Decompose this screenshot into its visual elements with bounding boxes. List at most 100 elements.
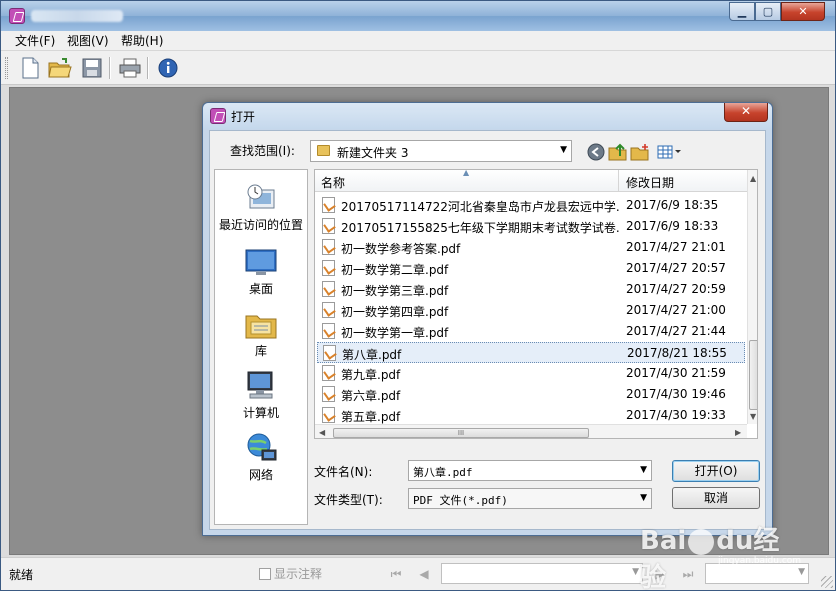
new-folder-button[interactable] <box>630 142 650 162</box>
lookin-combo[interactable]: 新建文件夹 3 ▼ <box>310 140 572 162</box>
checkbox-box[interactable] <box>259 567 271 580</box>
first-page-button[interactable]: ⏮ <box>385 564 407 584</box>
file-row[interactable]: 第八章.pdf 2017/8/21 18:55 <box>317 342 745 363</box>
horizontal-scrollbar[interactable]: ◀ III ▶ <box>315 424 747 438</box>
file-row[interactable]: 第六章.pdf 2017/4/30 19:46 <box>317 384 745 405</box>
place-library[interactable]: 库 <box>215 308 307 359</box>
main-titlebar[interactable]: ▁ ▢ ✕ <box>1 1 835 31</box>
file-row[interactable]: 初一数学第三章.pdf 2017/4/27 20:59 <box>317 279 745 300</box>
place-desktop[interactable]: 桌面 <box>215 246 307 297</box>
file-row[interactable]: 20170517155825七年级下学期期末考试数学试卷... 2017/6/9 … <box>317 216 745 237</box>
open-dialog: 打开 ✕ 查找范围(I): 新建文件夹 3 ▼ 最近访问的位置 桌面 库 计算机… <box>202 102 773 536</box>
filetype-select[interactable]: PDF 文件(*.pdf) ▼ <box>408 488 652 509</box>
file-row[interactable]: 第九章.pdf 2017/4/30 21:59 <box>317 363 745 384</box>
column-date-header[interactable]: 修改日期 <box>620 170 748 192</box>
file-date: 2017/8/21 18:55 <box>627 346 727 360</box>
pdf-file-icon <box>322 323 335 339</box>
file-name: 第五章.pdf <box>341 410 401 424</box>
vertical-scrollbar[interactable]: ▲ ▼ <box>747 170 757 424</box>
column-name-header[interactable]: ▲ 名称 <box>315 170 619 192</box>
resize-grip[interactable] <box>821 576 833 588</box>
prev-page-icon: ◀ <box>419 567 429 581</box>
vertical-scroll-thumb[interactable] <box>749 340 757 410</box>
pdf-file-icon <box>322 302 335 318</box>
file-date: 2017/6/9 18:35 <box>626 198 719 212</box>
watermark-text-left: Bai <box>640 526 687 556</box>
file-row[interactable]: 初一数学参考答案.pdf 2017/4/27 21:01 <box>317 237 745 258</box>
back-button[interactable] <box>586 142 606 162</box>
place-recent[interactable]: 最近访问的位置 <box>215 182 307 233</box>
baidu-watermark: Bai du经验 <box>640 520 800 591</box>
info-icon <box>158 58 178 78</box>
view-menu-button[interactable] <box>656 142 684 162</box>
chevron-down-icon[interactable]: ▼ <box>640 465 647 475</box>
new-document-button[interactable] <box>17 55 43 81</box>
zoom-combo[interactable]: ▼ <box>705 563 809 584</box>
close-button[interactable]: ✕ <box>781 2 825 21</box>
file-name: 初一数学第三章.pdf <box>341 284 449 298</box>
show-notes-checkbox[interactable]: 显示注释 <box>259 565 322 582</box>
file-row[interactable]: 20170517114722河北省秦皇岛市卢龙县宏远中学... 2017/6/9 … <box>317 195 745 216</box>
file-row[interactable]: 初一数学第一章.pdf 2017/4/27 21:44 <box>317 321 745 342</box>
scroll-left-icon[interactable]: ◀ <box>319 428 325 437</box>
file-list: ▲ 名称 修改日期 20170517114722河北省秦皇岛市卢龙县宏远中学..… <box>314 169 758 439</box>
place-label: 最近访问的位置 <box>218 218 303 232</box>
watermark-sub: jingyan.baidu.com <box>718 556 802 566</box>
places-bar: 最近访问的位置 桌面 库 计算机 网络 <box>214 169 308 525</box>
toolbar-grip[interactable] <box>5 57 8 79</box>
filename-value: 第八章.pdf <box>413 466 473 479</box>
file-row[interactable]: 初一数学第二章.pdf 2017/4/27 20:57 <box>317 258 745 279</box>
page-combo[interactable]: ▼ <box>441 563 643 584</box>
folder-icon <box>317 145 330 156</box>
horizontal-scroll-thumb[interactable]: III <box>333 428 589 438</box>
filename-input[interactable]: 第八章.pdf ▼ <box>408 460 652 481</box>
pdf-file-icon <box>323 345 336 361</box>
maximize-button[interactable]: ▢ <box>755 2 781 21</box>
pdf-file-icon <box>322 239 335 255</box>
minimize-button[interactable]: ▁ <box>729 2 755 21</box>
new-folder-icon <box>630 144 649 161</box>
menu-view[interactable]: 视图(V) <box>63 33 113 49</box>
toolbar-separator <box>147 57 148 79</box>
file-row[interactable]: 第五章.pdf 2017/4/30 19:33 <box>317 405 745 426</box>
file-date: 2017/4/27 20:57 <box>626 261 726 275</box>
pdf-file-icon <box>322 407 335 423</box>
save-button[interactable] <box>79 55 105 81</box>
scroll-down-icon[interactable]: ▼ <box>750 412 756 421</box>
print-icon <box>119 58 141 78</box>
file-row[interactable]: 初一数学第四章.pdf 2017/4/27 21:00 <box>317 300 745 321</box>
new-document-icon <box>22 57 39 79</box>
column-header: ▲ 名称 修改日期 <box>315 170 747 192</box>
dialog-titlebar[interactable]: 打开 ✕ <box>203 103 772 129</box>
up-folder-button[interactable] <box>608 142 628 162</box>
menu-file[interactable]: 文件(F) <box>11 33 59 49</box>
last-page-button[interactable]: ⏭ <box>677 564 699 584</box>
print-button[interactable] <box>117 55 143 81</box>
statusbar: 就绪 显示注释 ⏮ ◀ ▼ ▶ ⏭ ▼ <box>1 557 835 590</box>
column-date-label: 修改日期 <box>626 176 675 190</box>
place-computer[interactable]: 计算机 <box>215 370 307 421</box>
recent-places-icon <box>244 182 278 214</box>
scroll-up-icon[interactable]: ▲ <box>750 174 756 183</box>
open-button[interactable] <box>47 55 73 81</box>
network-icon <box>244 432 278 464</box>
show-notes-label: 显示注释 <box>274 567 323 581</box>
lookin-value: 新建文件夹 3 <box>337 146 409 160</box>
prev-page-button[interactable]: ◀ <box>413 564 435 584</box>
open-button-dialog[interactable]: 打开(O) <box>672 460 760 482</box>
dialog-close-button[interactable]: ✕ <box>724 103 768 122</box>
place-network[interactable]: 网络 <box>215 432 307 483</box>
dialog-title: 打开 <box>231 110 256 124</box>
scroll-right-icon[interactable]: ▶ <box>735 428 741 437</box>
last-page-icon: ⏭ <box>682 566 694 581</box>
chevron-down-icon[interactable]: ▼ <box>640 493 647 503</box>
toolbar-separator <box>109 57 110 79</box>
menu-help[interactable]: 帮助(H) <box>117 33 167 49</box>
file-date: 2017/4/30 19:33 <box>626 408 726 422</box>
pdf-file-icon <box>322 260 335 276</box>
library-icon <box>244 308 278 340</box>
info-button[interactable] <box>155 55 181 81</box>
file-date: 2017/4/30 21:59 <box>626 366 726 380</box>
cancel-button[interactable]: 取消 <box>672 487 760 509</box>
pdf-file-icon <box>322 281 335 297</box>
